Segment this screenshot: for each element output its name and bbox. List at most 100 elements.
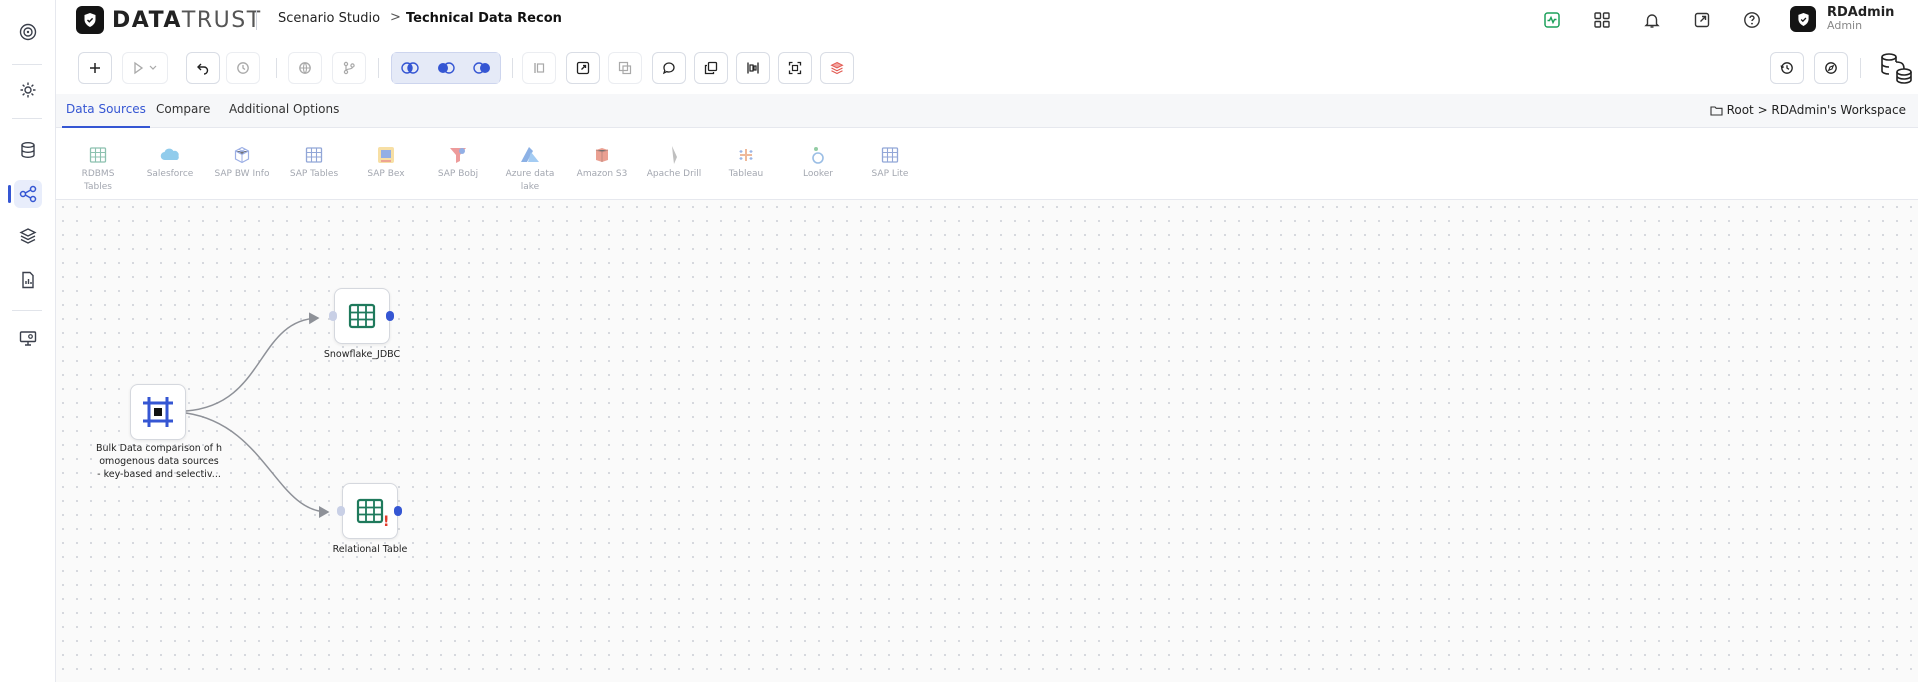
table-icon bbox=[348, 303, 376, 329]
table-icon bbox=[86, 144, 110, 166]
database-icon[interactable] bbox=[14, 136, 42, 164]
source-label: SAP BW Info bbox=[214, 169, 270, 179]
toolbar-divider bbox=[1860, 58, 1861, 78]
relational-table-node[interactable]: ! bbox=[342, 483, 398, 539]
tableau-icon bbox=[734, 144, 758, 166]
relational-table-node-label: Relational Table bbox=[332, 544, 408, 555]
right-join-button[interactable] bbox=[465, 53, 499, 83]
workspace-breadcrumb[interactable]: Root > RDAdmin's Workspace bbox=[1710, 103, 1906, 117]
history-button[interactable] bbox=[226, 52, 260, 84]
breadcrumb-separator: > bbox=[390, 10, 401, 25]
data-source-palette: RDBMS Tables Salesforce SAP BW Info SAP … bbox=[56, 128, 1918, 200]
source-label: SAP Bex bbox=[367, 169, 405, 179]
copy-button[interactable] bbox=[694, 52, 728, 84]
warning-indicator: ! bbox=[383, 514, 390, 530]
user-avatar[interactable] bbox=[1790, 6, 1816, 32]
input-port[interactable] bbox=[329, 311, 337, 321]
source-apache-drill[interactable]: Apache Drill bbox=[644, 144, 704, 181]
cube-icon bbox=[230, 144, 254, 166]
snowflake-jdbc-node[interactable] bbox=[334, 288, 390, 344]
scenario-canvas[interactable]: Bulk Data comparison of h omogenous data… bbox=[56, 200, 1918, 682]
table-icon bbox=[356, 498, 384, 524]
branch-button[interactable] bbox=[332, 52, 366, 84]
add-button[interactable] bbox=[78, 52, 112, 84]
apps-grid-icon[interactable] bbox=[1590, 8, 1614, 32]
compare-frame-icon bbox=[143, 397, 173, 427]
source-azure-data-lake[interactable]: Azure data lake bbox=[500, 144, 560, 194]
activity-status-icon[interactable] bbox=[1540, 8, 1564, 32]
rail-divider bbox=[12, 118, 42, 119]
source-label: Azure data lake bbox=[505, 169, 555, 192]
scenario-flow-icon[interactable] bbox=[8, 180, 42, 208]
source-label: SAP Tables bbox=[289, 169, 339, 179]
bobj-icon bbox=[446, 144, 470, 166]
source-sap-tables[interactable]: SAP Tables bbox=[284, 144, 344, 181]
breadcrumb-current-scenario: Technical Data Recon bbox=[406, 11, 562, 26]
input-port[interactable] bbox=[337, 506, 345, 516]
folder-icon bbox=[1710, 105, 1723, 116]
output-port[interactable] bbox=[394, 506, 402, 516]
source-label: Amazon S3 bbox=[576, 169, 628, 179]
user-role: Admin bbox=[1827, 19, 1863, 32]
breadcrumb-scenario-studio[interactable]: Scenario Studio bbox=[278, 11, 380, 26]
source-looker[interactable]: Looker bbox=[788, 144, 848, 181]
table-icon bbox=[878, 144, 902, 166]
source-sap-lite[interactable]: SAP Lite bbox=[860, 144, 920, 181]
user-name[interactable]: RDAdmin bbox=[1827, 5, 1894, 20]
top-header: DATATRUST Scenario Studio > Technical Da… bbox=[56, 0, 1918, 40]
toolbar-divider bbox=[512, 58, 513, 78]
s3-icon bbox=[590, 144, 614, 166]
tab-additional-options[interactable]: Additional Options bbox=[229, 102, 339, 128]
azure-icon bbox=[518, 144, 542, 166]
source-rdbms-tables[interactable]: RDBMS Tables bbox=[68, 144, 128, 194]
notifications-bell-icon[interactable] bbox=[1640, 8, 1664, 32]
target-icon[interactable] bbox=[14, 18, 42, 46]
full-join-button[interactable] bbox=[393, 53, 427, 83]
label-line: omogenous data sources bbox=[99, 456, 219, 467]
resize-button[interactable] bbox=[608, 52, 642, 84]
header-divider bbox=[256, 10, 257, 30]
run-button[interactable] bbox=[122, 52, 168, 84]
help-icon[interactable] bbox=[1740, 8, 1764, 32]
left-join-button[interactable] bbox=[429, 53, 463, 83]
globe-button[interactable] bbox=[288, 52, 322, 84]
source-tableau[interactable]: Tableau bbox=[716, 144, 776, 181]
bulk-compare-node[interactable] bbox=[130, 384, 186, 440]
snowflake-jdbc-node-label: Snowflake_JDBC bbox=[323, 349, 401, 360]
source-salesforce[interactable]: Salesforce bbox=[140, 144, 200, 181]
panel-collapse-button[interactable] bbox=[522, 52, 556, 84]
align-button[interactable] bbox=[736, 52, 770, 84]
layers-stack-button[interactable] bbox=[820, 52, 854, 84]
explore-compass-button[interactable] bbox=[1814, 52, 1848, 84]
tab-data-sources[interactable]: Data Sources bbox=[62, 102, 150, 128]
comment-button[interactable] bbox=[652, 52, 686, 84]
monitor-settings-icon[interactable] bbox=[14, 324, 42, 352]
fit-view-button[interactable] bbox=[778, 52, 812, 84]
logo-text-light: TRUST bbox=[181, 8, 262, 33]
source-label: Salesforce bbox=[146, 169, 194, 179]
table-icon bbox=[302, 144, 326, 166]
rail-divider bbox=[12, 64, 42, 65]
label-line: - key-based and selectiv... bbox=[97, 469, 221, 480]
undo-button[interactable] bbox=[186, 52, 220, 84]
source-amazon-s3[interactable]: Amazon S3 bbox=[572, 144, 632, 181]
source-sap-bobj[interactable]: SAP Bobj bbox=[428, 144, 488, 181]
layers-icon[interactable] bbox=[14, 222, 42, 250]
external-link-icon[interactable] bbox=[1690, 8, 1714, 32]
open-external-button[interactable] bbox=[566, 52, 600, 84]
source-sap-bex[interactable]: SAP Bex bbox=[356, 144, 416, 181]
source-label: Looker bbox=[803, 169, 833, 179]
source-sap-bw-info[interactable]: SAP BW Info bbox=[212, 144, 272, 181]
database-lineage-icon[interactable] bbox=[1874, 46, 1918, 90]
output-port[interactable] bbox=[386, 311, 394, 321]
source-label: Apache Drill bbox=[646, 169, 702, 179]
source-label: Tableau bbox=[728, 169, 764, 179]
source-label: SAP Lite bbox=[871, 169, 909, 179]
report-icon[interactable] bbox=[14, 266, 42, 294]
toolbar-divider bbox=[276, 58, 277, 78]
settings-gear-icon[interactable] bbox=[14, 76, 42, 104]
version-history-button[interactable] bbox=[1770, 52, 1804, 84]
tab-compare[interactable]: Compare bbox=[156, 102, 210, 128]
datatrust-logo-icon bbox=[76, 6, 104, 34]
datatrust-wordmark: DATATRUST bbox=[112, 8, 262, 33]
